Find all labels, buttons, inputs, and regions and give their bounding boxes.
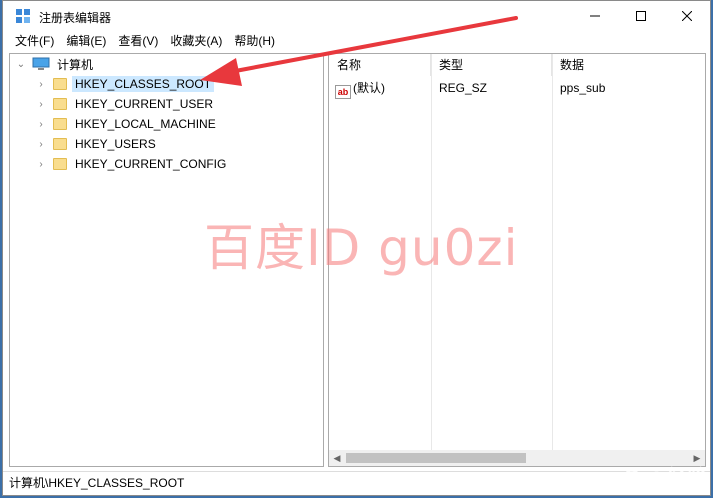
- menu-bar: 文件(F) 编辑(E) 查看(V) 收藏夹(A) 帮助(H): [3, 31, 710, 51]
- tree-node-hkey-local-machine[interactable]: › HKEY_LOCAL_MACHINE: [36, 114, 219, 134]
- tree-node-computer[interactable]: ⌄ 计算机: [16, 54, 96, 74]
- folder-icon: [53, 78, 67, 90]
- folder-icon: [53, 158, 67, 170]
- tree-node-hkey-classes-root[interactable]: › HKEY_CLASSES_ROOT: [36, 74, 215, 94]
- column-header-data[interactable]: 数据: [552, 54, 705, 76]
- menu-file[interactable]: 文件(F): [9, 31, 60, 51]
- table-row[interactable]: ab (默认): [335, 80, 385, 99]
- tree-item-label: HKEY_CURRENT_USER: [75, 97, 214, 111]
- minimize-button[interactable]: [572, 1, 618, 31]
- chevron-right-icon[interactable]: ›: [36, 79, 46, 90]
- scrollbar-thumb[interactable]: [346, 453, 526, 463]
- close-button[interactable]: [664, 1, 710, 31]
- menu-edit[interactable]: 编辑(E): [60, 31, 112, 51]
- title-bar[interactable]: 注册表编辑器: [3, 1, 710, 31]
- scroll-left-icon[interactable]: ◀: [329, 450, 345, 466]
- computer-icon: [32, 57, 50, 70]
- column-header-name[interactable]: 名称: [329, 54, 431, 76]
- tree-node-hkey-current-config[interactable]: › HKEY_CURRENT_CONFIG: [36, 154, 229, 174]
- folder-icon: [53, 138, 67, 150]
- menu-favorites[interactable]: 收藏夹(A): [164, 31, 228, 51]
- chevron-right-icon[interactable]: ›: [36, 139, 46, 150]
- chevron-right-icon[interactable]: ›: [36, 119, 46, 130]
- maximize-icon: [636, 11, 646, 21]
- chevron-down-icon[interactable]: ⌄: [16, 59, 26, 70]
- tree-node-hkey-current-user[interactable]: › HKEY_CURRENT_USER: [36, 94, 216, 114]
- window-title: 注册表编辑器: [39, 11, 112, 25]
- tree-item-label: HKEY_CURRENT_CONFIG: [75, 157, 227, 171]
- regedit-app-icon: [16, 9, 30, 23]
- menu-view[interactable]: 查看(V): [112, 31, 164, 51]
- value-name: (默认): [353, 81, 385, 95]
- chevron-right-icon[interactable]: ›: [36, 159, 46, 170]
- chevron-right-icon[interactable]: ›: [36, 99, 46, 110]
- column-header-type[interactable]: 类型: [431, 54, 552, 76]
- column-divider: [552, 54, 553, 466]
- maximize-button[interactable]: [618, 1, 664, 31]
- watermark-text: 百度ID gu0zi: [204, 219, 519, 277]
- ab-string-icon: ab: [335, 85, 351, 99]
- tree-item-label: HKEY_LOCAL_MACHINE: [75, 117, 216, 131]
- folder-icon: [53, 98, 67, 110]
- tree-item-label: HKEY_CLASSES_ROOT: [72, 76, 215, 92]
- baidu-jingyan-logo: Bai 经验: [624, 465, 707, 489]
- tree-root-label: 计算机: [57, 57, 94, 72]
- menu-help[interactable]: 帮助(H): [228, 31, 281, 51]
- close-icon: [682, 11, 692, 21]
- minimize-icon: [590, 15, 600, 17]
- value-type: REG_SZ: [439, 81, 488, 95]
- status-bar: 计算机\HKEY_CLASSES_ROOT: [3, 471, 710, 495]
- tree-item-label: HKEY_USERS: [75, 137, 156, 151]
- folder-icon: [53, 118, 67, 130]
- value-data: pps_sub: [560, 81, 606, 95]
- tree-node-hkey-users[interactable]: › HKEY_USERS: [36, 134, 159, 154]
